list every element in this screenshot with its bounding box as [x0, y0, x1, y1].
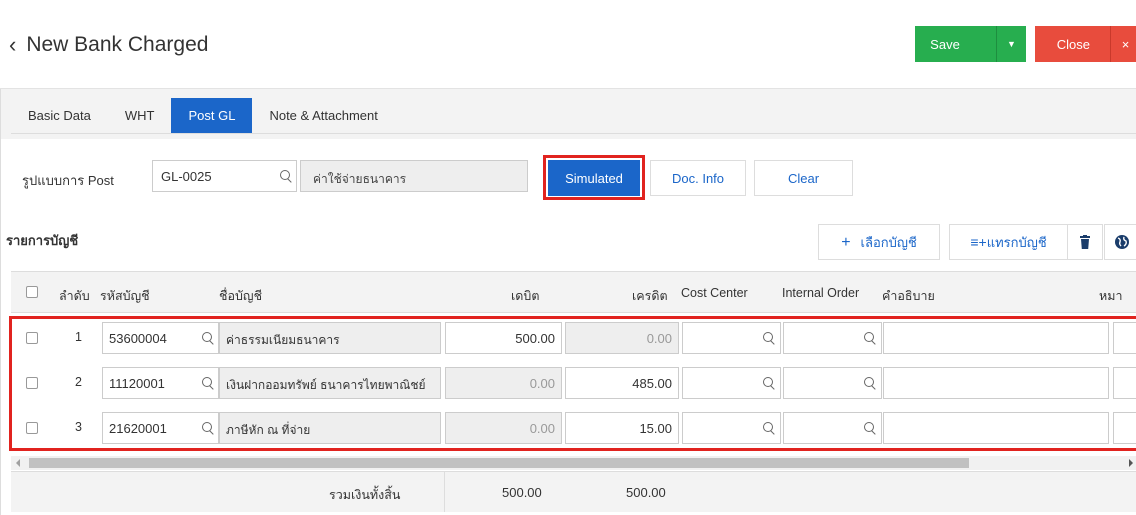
col-credit: เครดิต: [632, 289, 668, 303]
scroll-right-arrow-icon[interactable]: [1129, 459, 1133, 467]
save-button[interactable]: Save: [915, 26, 999, 62]
tab-basic-data[interactable]: Basic Data: [11, 98, 108, 134]
select-account-button[interactable]: + เลือกบัญชี: [818, 224, 940, 260]
col-description: คำอธิบาย: [882, 289, 935, 303]
search-icon[interactable]: [280, 170, 292, 182]
delete-button[interactable]: [1067, 224, 1103, 260]
tab-note-attachment[interactable]: Note & Attachment: [252, 98, 394, 134]
insert-account-label: แทรกบัญชี: [986, 234, 1047, 250]
total-credit: 500.00: [626, 485, 666, 500]
save-dropdown-button[interactable]: ▼: [996, 26, 1026, 62]
post-format-label: รูปแบบการ Post: [22, 173, 114, 188]
col-account-name: ชื่อบัญชี: [219, 289, 263, 303]
tab-wht[interactable]: WHT: [108, 98, 172, 134]
accounts-table-header: ลำดับ รหัสบัญชี ชื่อบัญชี เดบิต เครดิต C…: [11, 271, 1136, 313]
col-seq: ลำดับ: [59, 289, 90, 303]
close-icon[interactable]: ×: [1110, 26, 1136, 62]
close-button-label: Close: [1056, 36, 1090, 52]
total-debit: 500.00: [502, 485, 542, 500]
tab-list: Basic Data WHT Post GL Note & Attachment: [11, 98, 395, 134]
scrollbar-thumb[interactable]: [29, 458, 969, 468]
tabs-divider: [11, 133, 1136, 134]
highlight-box-rows: [9, 316, 1136, 451]
post-format-code-value: GL-0025: [161, 169, 212, 184]
tab-post-gl[interactable]: Post GL: [171, 98, 253, 134]
app-window: ‹ New Bank Charged Save ▼ Close × Basic …: [0, 0, 1136, 515]
plus-icon: +: [841, 233, 851, 251]
col-note: หมา: [1099, 289, 1123, 303]
totals-divider: [444, 472, 445, 512]
select-all-checkbox[interactable]: [26, 286, 38, 298]
col-internal-order: Internal Order: [782, 286, 860, 300]
horizontal-scrollbar[interactable]: [11, 456, 1136, 470]
caret-down-icon: ▼: [1007, 39, 1016, 49]
insert-account-button[interactable]: ≡+แทรกบัญชี: [949, 224, 1068, 260]
clear-button[interactable]: Clear: [754, 160, 853, 196]
col-debit: เดบิต: [511, 289, 540, 303]
post-format-code-input[interactable]: GL-0025: [152, 160, 297, 192]
select-account-label: เลือกบัญชี: [860, 234, 917, 250]
page-title: ‹ New Bank Charged: [9, 32, 208, 58]
insert-rows-icon: ≡+: [970, 233, 987, 250]
col-account-code: รหัสบัญชี: [100, 289, 150, 303]
simulated-button[interactable]: Simulated: [548, 160, 640, 196]
post-format-name-value: ค่าใช้จ่ายธนาคาร: [313, 172, 407, 186]
totals-row: รวมเงินทั้งสิ้น 500.00 500.00: [11, 471, 1136, 512]
doc-info-button[interactable]: Doc. Info: [650, 160, 746, 196]
back-chevron-icon[interactable]: ‹: [9, 32, 16, 58]
page-header: ‹ New Bank Charged Save ▼ Close ×: [0, 0, 1136, 89]
page-title-text: New Bank Charged: [26, 33, 209, 56]
scroll-left-arrow-icon[interactable]: [16, 459, 20, 467]
total-label: รวมเงินทั้งสิ้น: [329, 488, 401, 502]
close-button[interactable]: Close ×: [1035, 26, 1136, 62]
trash-icon: [1080, 235, 1090, 249]
globe-button[interactable]: [1104, 224, 1136, 260]
globe-icon: [1115, 235, 1129, 249]
post-format-name-input: ค่าใช้จ่ายธนาคาร: [300, 160, 528, 192]
accounts-section-title: รายการบัญชี: [6, 233, 79, 248]
col-cost-center: Cost Center: [681, 286, 748, 300]
